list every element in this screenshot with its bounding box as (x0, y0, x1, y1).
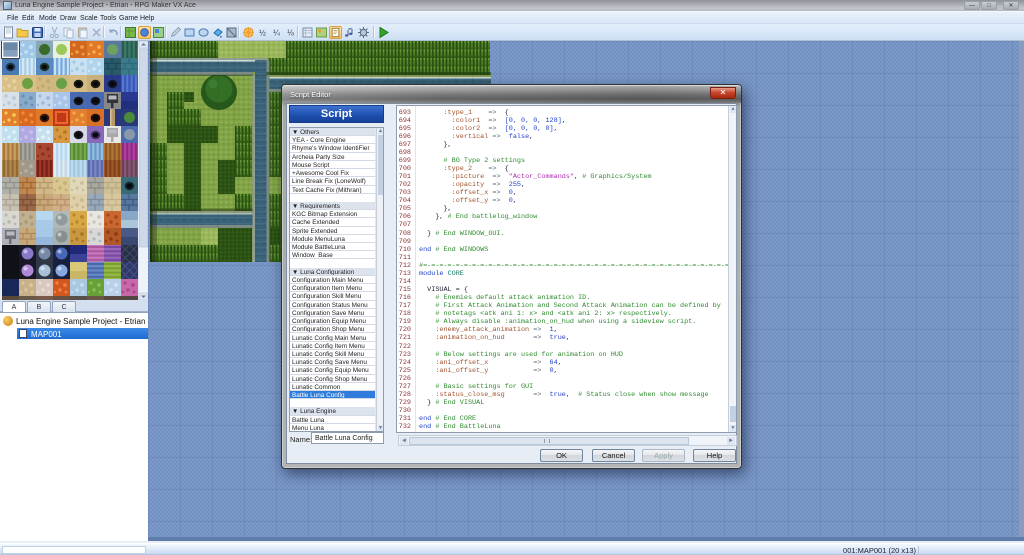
svg-text:⅛: ⅛ (287, 29, 294, 38)
svg-text:¼: ¼ (273, 29, 280, 38)
svg-text:½: ½ (259, 29, 266, 38)
